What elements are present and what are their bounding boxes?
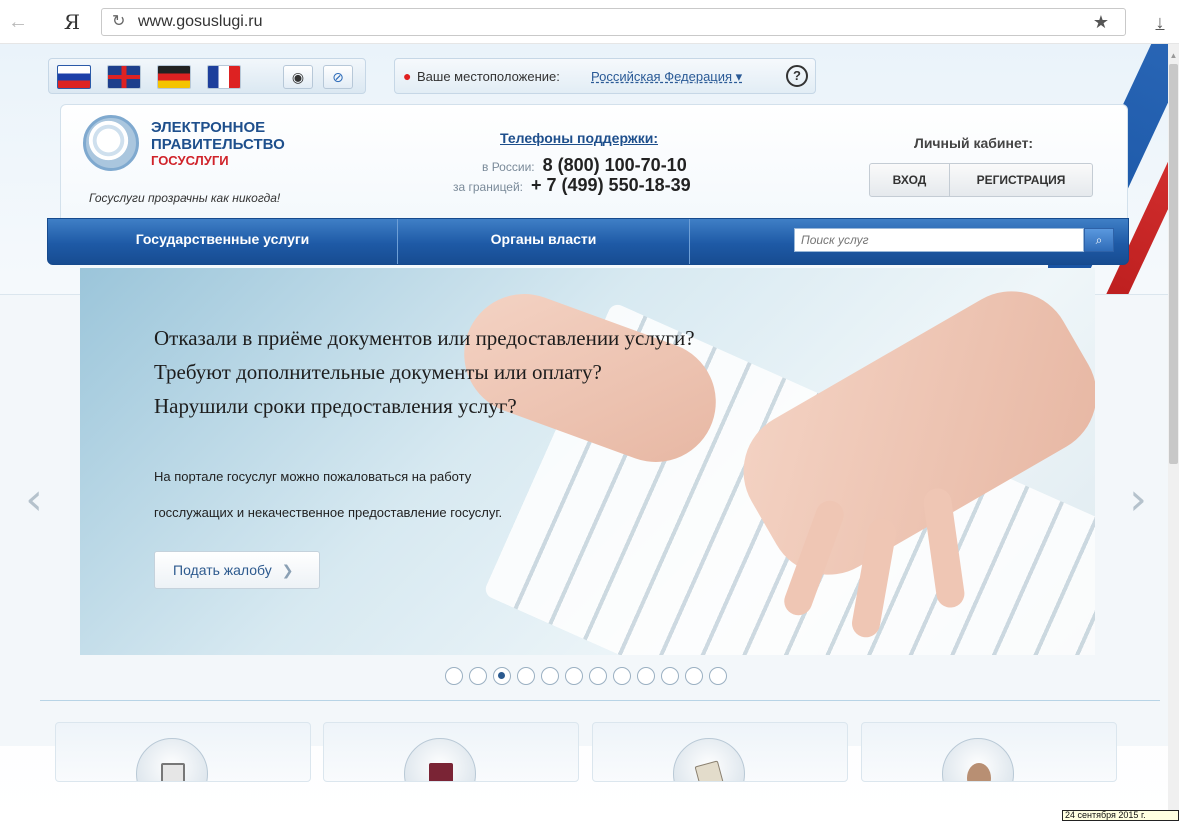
- support-phone-abroad: за границей: + 7 (499) 550-18-39: [453, 175, 691, 197]
- hero-heading-3: Нарушили сроки предоставления услуг?: [154, 394, 517, 418]
- support-russia-label: в России:: [482, 160, 535, 174]
- service-tile-seal[interactable]: [861, 722, 1117, 782]
- calendar-icon: [136, 738, 208, 781]
- support-abroad-number: + 7 (499) 550-18-39: [531, 175, 691, 195]
- compass-icon[interactable]: ⊘: [323, 65, 353, 89]
- slider-pager-dot[interactable]: [637, 667, 655, 685]
- support-phones-link[interactable]: Телефоны поддержки:: [500, 130, 658, 147]
- slider-pager-dot[interactable]: [685, 667, 703, 685]
- slider-pager-dot[interactable]: [589, 667, 607, 685]
- yandex-logo-icon[interactable]: Я: [60, 10, 84, 34]
- main-navigation: Государственные услуги Органы власти ⌕: [47, 218, 1129, 265]
- hero-heading-1: Отказали в приёме документов или предост…: [154, 326, 695, 350]
- slider-pager-dot[interactable]: [493, 667, 511, 685]
- url-text[interactable]: www.gosuslugi.ru: [138, 13, 263, 31]
- location-label: Ваше местоположение:: [417, 69, 560, 84]
- support-abroad-label: за границей:: [453, 180, 524, 194]
- slider-prev-arrow-icon[interactable]: ‹: [22, 478, 46, 522]
- service-tile-document[interactable]: [592, 722, 848, 782]
- slider-pager-dot[interactable]: [565, 667, 583, 685]
- support-phone-russia: в России: 8 (800) 100-70-10: [482, 155, 687, 177]
- site-tagline: Госуслуги прозрачны как никогда!: [89, 191, 281, 205]
- slider-pager-dot[interactable]: [541, 667, 559, 685]
- slider-pager-dot[interactable]: [445, 667, 463, 685]
- star-icon[interactable]: ★: [1093, 12, 1109, 32]
- login-button[interactable]: ВХОД: [870, 164, 950, 196]
- auth-button-group: ВХОД РЕГИСТРАЦИЯ: [869, 163, 1093, 197]
- logo-text-line3[interactable]: ГОСУСЛУГИ: [151, 153, 229, 168]
- service-tile-calendar[interactable]: [55, 722, 311, 782]
- site-header: ЭЛЕКТРОННОЕ ПРАВИТЕЛЬСТВО ГОСУСЛУГИ Госу…: [60, 104, 1128, 230]
- slider-pager-dot[interactable]: [469, 667, 487, 685]
- hero-heading-2: Требуют дополнительные документы или опл…: [154, 360, 602, 384]
- register-button[interactable]: РЕГИСТРАЦИЯ: [950, 164, 1092, 196]
- hero-text-2: госслужащих и некачественное предоставле…: [154, 505, 503, 520]
- document-icon: [673, 738, 745, 781]
- reload-icon[interactable]: ↻: [112, 13, 130, 31]
- location-pin-icon: ●: [403, 68, 412, 84]
- support-russia-number: 8 (800) 100-70-10: [542, 155, 687, 175]
- passport-icon-shape: [429, 763, 453, 781]
- hero-text-1: На портале госуслуг можно пожаловаться н…: [154, 469, 472, 484]
- document-icon-shape: [694, 760, 726, 781]
- help-icon[interactable]: ?: [786, 65, 808, 87]
- de-flag-icon[interactable]: [157, 65, 191, 89]
- location-bar: ● Ваше местоположение: Российская Федера…: [394, 58, 816, 94]
- slider-pager-dot[interactable]: [661, 667, 679, 685]
- slider-pager-dot[interactable]: [709, 667, 727, 685]
- slider-pager-dot[interactable]: [613, 667, 631, 685]
- seal-icon-shape: [967, 763, 991, 781]
- hero-banner: Отказали в приёме документов или предост…: [80, 268, 1095, 655]
- search-input[interactable]: [794, 228, 1084, 252]
- logo-text-line2[interactable]: ПРАВИТЕЛЬСТВО: [151, 136, 285, 153]
- passport-icon: [404, 738, 476, 781]
- scrollbar[interactable]: ▲: [1168, 44, 1179, 821]
- slider-next-arrow-icon[interactable]: ›: [1126, 478, 1150, 522]
- nav-item-authorities[interactable]: Органы власти: [398, 219, 690, 264]
- nav-item-government-services[interactable]: Государственные услуги: [48, 219, 398, 264]
- personal-cabinet-title: Личный кабинет:: [914, 135, 1034, 151]
- eye-icon[interactable]: ◉: [283, 65, 313, 89]
- section-divider: [40, 700, 1160, 701]
- gosuslugi-logo-icon[interactable]: [83, 115, 139, 171]
- seal-icon: [942, 738, 1014, 781]
- slider-pager-dot[interactable]: [517, 667, 535, 685]
- file-complaint-label: Подать жалобу: [173, 562, 272, 578]
- download-icon[interactable]: ↓: [1148, 10, 1172, 34]
- scroll-up-icon[interactable]: ▲: [1169, 52, 1178, 60]
- browser-toolbar: ← Я ↻ www.gosuslugi.ru ★ ↓: [0, 0, 1179, 44]
- logo-text-line1[interactable]: ЭЛЕКТРОННОЕ: [151, 119, 265, 136]
- calendar-icon-shape: [161, 763, 185, 781]
- fr-flag-icon[interactable]: [207, 65, 241, 89]
- file-complaint-button[interactable]: Подать жалобу ❯: [154, 551, 320, 589]
- ru-flag-icon[interactable]: [57, 65, 91, 89]
- address-bar[interactable]: ↻ www.gosuslugi.ru ★: [101, 8, 1126, 36]
- arrow-left-icon[interactable]: ←: [6, 10, 30, 34]
- service-tile-passport[interactable]: [323, 722, 579, 782]
- date-tooltip: 24 сентября 2015 г.: [1062, 810, 1179, 821]
- search-icon[interactable]: ⌕: [1084, 228, 1114, 252]
- language-toolbar: ◉ ⊘: [48, 58, 366, 94]
- scrollbar-thumb[interactable]: [1169, 64, 1178, 464]
- chevron-right-icon: ❯: [281, 562, 294, 578]
- gb-flag-icon[interactable]: [107, 65, 141, 89]
- location-dropdown[interactable]: Российская Федерация ▾: [591, 69, 742, 85]
